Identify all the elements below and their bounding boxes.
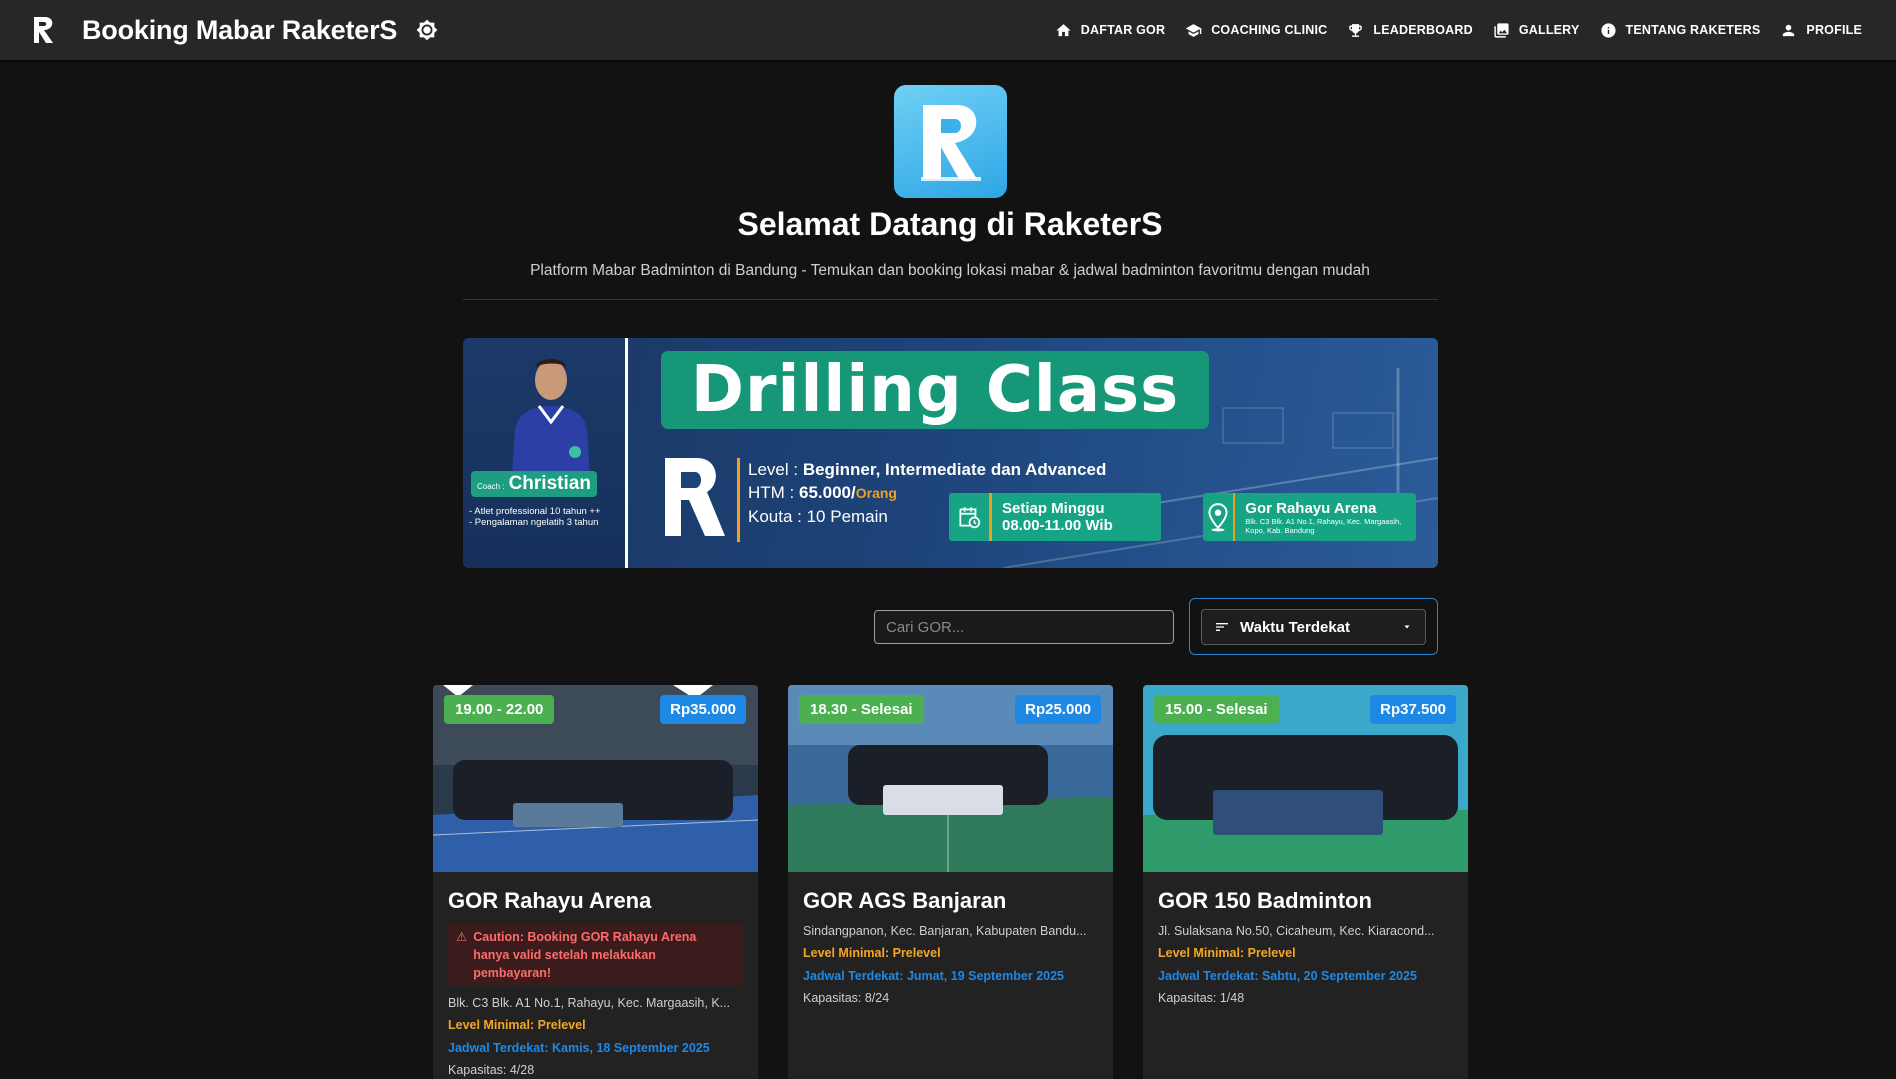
caution-text: Caution: Booking GOR Rahayu Arena hanya … — [473, 930, 697, 980]
card-body: GOR AGS Banjaran Sindangpanon, Kec. Banj… — [788, 872, 1113, 1021]
gor-name: GOR Rahayu Arena — [448, 888, 652, 913]
nav-tentang-raketers[interactable]: TENTANG RAKETERS — [1590, 10, 1771, 50]
nav-label: PROFILE — [1806, 23, 1862, 37]
gor-address: Blk. C3 Blk. A1 No.1, Rahayu, Kec. Marga… — [448, 996, 731, 1010]
venue-address: Blk. C3 Blk. A1 No.1, Rahayu, Kec. Marga… — [1245, 516, 1402, 535]
gor-level: Level Minimal: Prelevel — [1158, 946, 1296, 960]
coach-notes: - Atlet professional 10 tahun ++ - Penga… — [469, 506, 601, 528]
gor-schedule: Jadwal Terdekat: Kamis, 18 September 202… — [448, 1041, 710, 1055]
card-body: GOR 150 Badminton Jl. Sulaksana No.50, C… — [1143, 872, 1468, 1021]
dropdown-arrow-icon — [1404, 625, 1410, 629]
caution-alert: ⚠ Caution: Booking GOR Rahayu Arena hany… — [448, 924, 743, 986]
nav-label: GALLERY — [1518, 23, 1580, 37]
gor-schedule: Jadwal Terdekat: Jumat, 19 September 202… — [803, 969, 1064, 983]
venue-text: Gor Rahayu Arena Blk. C3 Blk. A1 No.1, R… — [1245, 500, 1416, 535]
gor-address: Sindangpanon, Kec. Banjaran, Kabupaten B… — [803, 924, 1087, 938]
app-bar: Booking Mabar RaketerS DAFTAR GOR COACHI… — [0, 0, 1896, 60]
schedule-line-2: 08.00-11.00 Wib — [1002, 517, 1113, 534]
gor-capacity: Kapasitas: 8/24 — [803, 991, 890, 1005]
gor-photo: 19.00 - 22.00 Rp35.000 — [433, 685, 758, 872]
calendar-clock-icon — [949, 504, 989, 530]
venue-pill: Gor Rahayu Arena Blk. C3 Blk. A1 No.1, R… — [1203, 493, 1416, 541]
sort-select[interactable]: Waktu Terdekat — [1201, 609, 1426, 645]
time-badge: 15.00 - Selesai — [1154, 695, 1279, 724]
htm-label: HTM : — [748, 483, 795, 502]
coach-panel: Coach : Christian - Atlet professional 1… — [463, 338, 628, 568]
school-icon — [1185, 23, 1202, 37]
level-label: Level : — [748, 460, 799, 479]
nav-daftar-gor[interactable]: DAFTAR GOR — [1045, 10, 1175, 50]
warning-icon: ⚠ — [456, 930, 468, 944]
info-accent-bar — [737, 458, 740, 542]
coach-prefix: Coach : — [477, 482, 505, 491]
gor-capacity: Kapasitas: 1/48 — [1158, 991, 1245, 1005]
nav-coaching-clinic[interactable]: COACHING CLINIC — [1175, 10, 1337, 50]
drilling-class-banner[interactable]: Coach : Christian - Atlet professional 1… — [463, 338, 1438, 568]
schedule-pill: Setiap Minggu 08.00-11.00 Wib — [949, 493, 1161, 541]
gor-photo: 15.00 - Selesai Rp37.500 — [1143, 685, 1468, 872]
header-divider — [463, 299, 1438, 300]
gor-address: Jl. Sulaksana No.50, Cicaheum, Kec. Kiar… — [1158, 924, 1435, 938]
schedule-line-1: Setiap Minggu — [1002, 500, 1105, 517]
gor-card-150-badminton[interactable]: 15.00 - Selesai Rp37.500 GOR 150 Badmint… — [1143, 685, 1468, 1079]
person-icon — [1783, 24, 1795, 36]
nav-label: LEADERBOARD — [1373, 23, 1473, 37]
raketers-logo-icon — [665, 458, 725, 536]
nav-label: COACHING CLINIC — [1211, 23, 1328, 37]
level-value: Beginner, Intermediate dan Advanced — [802, 460, 1107, 479]
sort-label: Waktu Terdekat — [1240, 618, 1351, 636]
htm-value: 65.000/ — [799, 483, 856, 502]
coach-note-1: - Atlet professional 10 tahun ++ — [469, 506, 601, 517]
nav-profile[interactable]: PROFILE — [1770, 10, 1872, 50]
sort-icon — [1216, 623, 1228, 631]
nav-leaderboard[interactable]: LEADERBOARD — [1337, 10, 1482, 50]
schedule-text: Setiap Minggu 08.00-11.00 Wib — [1002, 500, 1113, 534]
time-badge: 19.00 - 22.00 — [444, 695, 555, 724]
nav-label: TENTANG RAKETERS — [1625, 23, 1761, 37]
home-icon — [1056, 23, 1071, 36]
price-badge: Rp37.500 — [1370, 695, 1456, 724]
nav-gallery[interactable]: GALLERY — [1483, 10, 1590, 50]
raketers-hero-logo — [894, 85, 1007, 198]
photo-library-icon — [1494, 22, 1509, 38]
htm-unit: Orang — [855, 485, 897, 501]
coach-name-tag: Coach : Christian — [471, 471, 597, 497]
gor-name: GOR 150 Badminton — [1158, 888, 1372, 913]
page-title: Selamat Datang di RaketerS — [737, 206, 1163, 242]
gor-level: Level Minimal: Prelevel — [448, 1018, 586, 1032]
info-icon — [1600, 22, 1616, 38]
gor-level: Level Minimal: Prelevel — [803, 946, 941, 960]
gor-capacity: Kapasitas: 4/28 — [448, 1063, 535, 1077]
banner-title: Drilling Class — [661, 351, 1209, 429]
price-badge: Rp25.000 — [1015, 695, 1101, 724]
sort-select-wrapper: Waktu Terdekat — [1189, 598, 1438, 655]
gor-photo: 18.30 - Selesai Rp25.000 — [788, 685, 1113, 872]
time-badge: 18.30 - Selesai — [799, 695, 924, 724]
gor-schedule: Jadwal Terdekat: Sabtu, 20 September 202… — [1158, 969, 1417, 983]
raketers-logo-icon[interactable] — [30, 14, 58, 46]
app-title[interactable]: Booking Mabar RaketerS — [82, 15, 397, 46]
page-subtitle: Platform Mabar Badminton di Bandung - Te… — [530, 262, 1370, 279]
main-nav: DAFTAR GOR COACHING CLINIC LEADERBOARD G… — [1045, 0, 1872, 60]
gor-card-ags-banjaran[interactable]: 18.30 - Selesai Rp25.000 GOR AGS Banjara… — [788, 685, 1113, 1079]
card-body: GOR Rahayu Arena ⚠ Caution: Booking GOR … — [433, 872, 758, 1079]
brightness-icon[interactable] — [415, 18, 439, 42]
venue-name: Gor Rahayu Arena — [1245, 499, 1377, 517]
nav-label: DAFTAR GOR — [1080, 23, 1166, 37]
search-input[interactable] — [874, 610, 1174, 644]
location-pin-icon — [1203, 502, 1233, 532]
gor-name: GOR AGS Banjaran — [803, 888, 1007, 913]
trophy-icon — [1349, 23, 1363, 37]
coach-name: Christian — [508, 473, 591, 494]
coach-note-2: - Pengalaman ngelatih 3 tahun — [469, 517, 599, 528]
price-badge: Rp35.000 — [660, 695, 746, 724]
gor-card-rahayu-arena[interactable]: 19.00 - 22.00 Rp35.000 GOR Rahayu Arena … — [433, 685, 758, 1079]
